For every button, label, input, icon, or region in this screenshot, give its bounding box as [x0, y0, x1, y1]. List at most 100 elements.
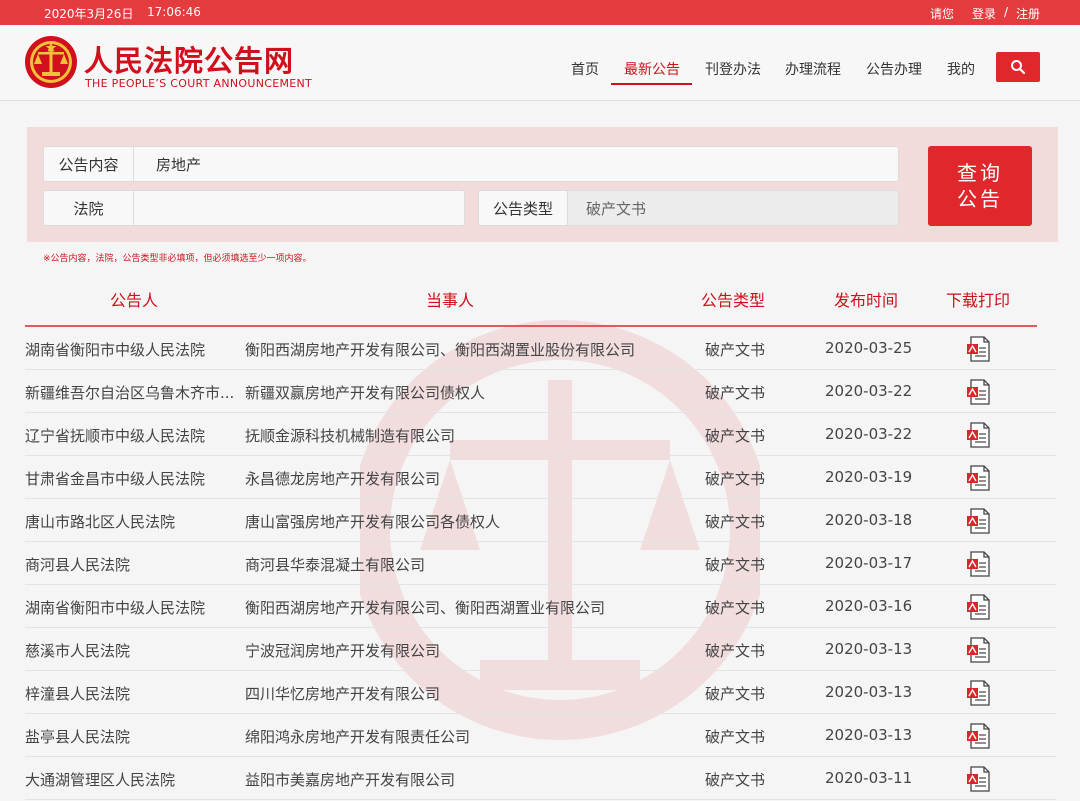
pdf-download-icon[interactable] [965, 464, 993, 492]
pdf-download-icon[interactable] [965, 507, 993, 535]
row-court: 甘肃省金昌市中级人民法院 [25, 470, 206, 488]
row-date: 2020-03-13 [825, 640, 913, 658]
query-button[interactable]: 查询 公告 [928, 146, 1032, 226]
row-court: 湖南省衡阳市中级人民法院 [25, 341, 206, 359]
court-field: 法院 [43, 190, 465, 226]
row-type: 破产文书 [705, 642, 766, 660]
nav-active-indicator [611, 83, 692, 85]
column-header-party: 当事人 [426, 291, 475, 310]
table-row[interactable]: 辽宁省抚顺市中级人民法院 抚顺金源科技机械制造有限公司 破产文书 2020-03-22 [25, 413, 1056, 456]
row-party: 益阳市美嘉房地产开发有限公司 [245, 771, 456, 789]
pdf-download-icon[interactable] [965, 593, 993, 621]
greeting-text: 请您 [930, 7, 955, 21]
column-header-announcer: 公告人 [110, 291, 159, 310]
nav-process[interactable]: 办理流程 [785, 59, 841, 79]
row-date: 2020-03-17 [825, 554, 913, 572]
court-input[interactable] [144, 191, 454, 225]
current-date: 2020年3月26日 [44, 7, 134, 21]
pdf-download-icon[interactable] [965, 765, 993, 793]
login-separator: / [1004, 5, 1009, 19]
row-party: 绵阳鸿永房地产开发有限责任公司 [245, 728, 471, 746]
row-court: 梓潼县人民法院 [25, 685, 131, 703]
pdf-download-icon[interactable] [965, 378, 993, 406]
type-select[interactable]: 破产文书 [568, 191, 898, 225]
table-row[interactable]: 盐亭县人民法院 绵阳鸿永房地产开发有限责任公司 破产文书 2020-03-13 [25, 714, 1056, 757]
content-field-label: 公告内容 [44, 147, 134, 181]
court-field-label: 法院 [44, 191, 134, 225]
nav-publishing-method[interactable]: 刊登办法 [705, 59, 761, 79]
row-court: 盐亭县人民法院 [25, 728, 131, 746]
table-row[interactable]: 湖南省衡阳市中级人民法院 衡阳西湖房地产开发有限公司、衡阳西湖置业有限公司 破产文书… [25, 585, 1056, 628]
query-button-line2: 公告 [957, 187, 1003, 211]
row-party: 抚顺金源科技机械制造有限公司 [245, 427, 456, 445]
row-type: 破产文书 [705, 384, 766, 402]
content-input[interactable]: 房地产 [156, 147, 856, 181]
row-type: 破产文书 [705, 556, 766, 574]
register-link[interactable]: 注册 [1016, 5, 1040, 22]
row-type: 破产文书 [705, 728, 766, 746]
row-date: 2020-03-22 [825, 425, 913, 443]
court-emblem-icon [25, 36, 77, 88]
login-link[interactable]: 登录 [972, 5, 996, 22]
column-header-date: 发布时间 [834, 291, 899, 310]
row-date: 2020-03-22 [825, 382, 913, 400]
row-party: 衡阳西湖房地产开发有限公司、衡阳西湖置业股份有限公司 [245, 341, 636, 359]
row-date: 2020-03-18 [825, 511, 913, 529]
row-date: 2020-03-19 [825, 468, 913, 486]
pdf-download-icon[interactable] [965, 679, 993, 707]
row-party: 衡阳西湖房地产开发有限公司、衡阳西湖置业有限公司 [245, 599, 606, 617]
row-type: 破产文书 [705, 685, 766, 703]
table-row[interactable]: 慈溪市人民法院 宁波冠润房地产开发有限公司 破产文书 2020-03-13 [25, 628, 1056, 671]
table-row[interactable]: 梓潼县人民法院 四川华忆房地产开发有限公司 破产文书 2020-03-13 [25, 671, 1056, 714]
search-note: ※公告内容，法院，公告类型非必填项，但必须填选至少一项内容。 [43, 254, 312, 264]
row-type: 破产文书 [705, 427, 766, 445]
table-row[interactable]: 商河县人民法院 商河县华泰混凝土有限公司 破产文书 2020-03-17 [25, 542, 1056, 585]
row-court: 湖南省衡阳市中级人民法院 [25, 599, 206, 617]
nav-home[interactable]: 首页 [571, 59, 599, 79]
column-header-download: 下载打印 [946, 291, 1011, 310]
row-party: 四川华忆房地产开发有限公司 [245, 685, 441, 703]
row-court: 慈溪市人民法院 [25, 642, 131, 660]
type-field: 公告类型 破产文书 [478, 190, 899, 226]
site-header: 人民法院公告网 THE PEOPLE’S COURT ANNOUNCEMENT … [0, 25, 1080, 101]
search-icon [1011, 60, 1026, 75]
row-party: 唐山富强房地产开发有限公司各债权人 [245, 513, 501, 531]
row-party: 宁波冠润房地产开发有限公司 [245, 642, 441, 660]
row-party: 新疆双赢房地产开发有限公司债权人 [245, 384, 486, 402]
row-court: 大通湖管理区人民法院 [25, 771, 176, 789]
site-logo-title: 人民法院公告网 [84, 44, 295, 78]
row-party: 永昌德龙房地产开发有限公司 [245, 470, 441, 488]
row-type: 破产文书 [705, 470, 766, 488]
column-header-type: 公告类型 [701, 291, 766, 310]
row-date: 2020-03-16 [825, 597, 913, 615]
table-row[interactable]: 新疆维吾尔自治区乌鲁木齐市... 新疆双赢房地产开发有限公司债权人 破产文书 2020… [25, 370, 1056, 413]
row-date: 2020-03-25 [825, 339, 913, 357]
pdf-download-icon[interactable] [965, 335, 993, 363]
table-row[interactable]: 唐山市路北区人民法院 唐山富强房地产开发有限公司各债权人 破产文书 2020-03-1… [25, 499, 1056, 542]
row-court: 商河县人民法院 [25, 556, 131, 574]
row-court: 新疆维吾尔自治区乌鲁木齐市... [25, 384, 235, 402]
table-row[interactable]: 湖南省衡阳市中级人民法院 衡阳西湖房地产开发有限公司、衡阳西湖置业股份有限公司 破产… [25, 327, 1056, 370]
query-button-line1: 查询 [957, 161, 1003, 185]
table-row[interactable]: 甘肃省金昌市中级人民法院 永昌德龙房地产开发有限公司 破产文书 2020-03-19 [25, 456, 1056, 499]
row-type: 破产文书 [705, 341, 766, 359]
row-type: 破产文书 [705, 513, 766, 531]
row-party: 商河县华泰混凝土有限公司 [245, 556, 426, 574]
nav-announcement-handling[interactable]: 公告办理 [866, 59, 922, 79]
row-date: 2020-03-13 [825, 726, 913, 744]
top-bar: 2020年3月26日 17:06:46 请您 登录 / 注册 [0, 0, 1080, 25]
header-search-button[interactable] [996, 52, 1040, 82]
pdf-download-icon[interactable] [965, 421, 993, 449]
pdf-download-icon[interactable] [965, 550, 993, 578]
nav-latest-announcements[interactable]: 最新公告 [624, 59, 680, 79]
row-date: 2020-03-11 [825, 769, 913, 787]
pdf-download-icon[interactable] [965, 722, 993, 750]
current-time: 17:06:46 [147, 5, 201, 19]
row-court: 辽宁省抚顺市中级人民法院 [25, 427, 206, 445]
nav-mine[interactable]: 我的 [947, 59, 975, 79]
content-field: 公告内容 房地产 [43, 146, 899, 182]
row-type: 破产文书 [705, 599, 766, 617]
pdf-download-icon[interactable] [965, 636, 993, 664]
table-row[interactable]: 大通湖管理区人民法院 益阳市美嘉房地产开发有限公司 破产文书 2020-03-11 [25, 757, 1056, 800]
type-field-label: 公告类型 [479, 191, 568, 225]
